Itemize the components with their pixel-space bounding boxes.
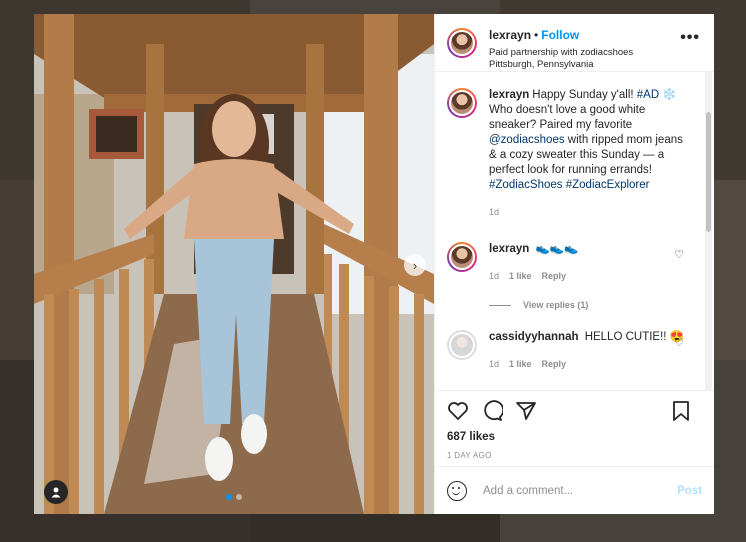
avatar[interactable] bbox=[447, 242, 477, 272]
partnership-label[interactable]: Paid partnership with zodiacshoes bbox=[489, 47, 633, 59]
hashtag-link[interactable]: #ZodiacShoes bbox=[489, 179, 563, 191]
tagged-users-icon[interactable] bbox=[44, 480, 68, 504]
reply-button[interactable]: Reply bbox=[542, 271, 567, 281]
post-photo[interactable]: › bbox=[34, 14, 434, 514]
caption-text: Happy Sunday y'all! bbox=[532, 89, 637, 101]
photo-scene bbox=[34, 14, 434, 514]
comment-likes[interactable]: 1 like bbox=[509, 359, 532, 369]
comment-like-icon[interactable]: ♡ bbox=[674, 248, 684, 261]
mention-link[interactable]: @zodiacshoes bbox=[489, 134, 565, 146]
add-comment-bar: Post bbox=[435, 466, 714, 514]
avatar[interactable] bbox=[447, 28, 477, 58]
snowflake-emoji: ❄️ bbox=[662, 89, 677, 101]
bookmark-icon[interactable] bbox=[672, 401, 690, 421]
caption-time[interactable]: 1d bbox=[489, 207, 499, 217]
comment-text: HELLO CUTIE!! 😍 bbox=[584, 331, 684, 343]
comments-scrollbar[interactable] bbox=[705, 72, 712, 390]
comment-username[interactable]: cassidyyhannah bbox=[489, 331, 578, 343]
comment-time[interactable]: 1d bbox=[489, 359, 499, 369]
share-paper-plane-icon[interactable] bbox=[515, 401, 537, 421]
more-options-button[interactable]: ••• bbox=[680, 30, 700, 46]
caption-text: Who doesn't love a good white sneaker? P… bbox=[489, 104, 646, 131]
post-header: lexrayn • Follow Paid partnership with zod… bbox=[435, 14, 714, 72]
post-modal: › lexrayn • Follow Paid partnership with z… bbox=[34, 14, 714, 514]
comment-likes[interactable]: 1 like bbox=[509, 271, 532, 281]
next-photo-button[interactable]: › bbox=[404, 254, 426, 276]
comment-item: lexrayn 👟👟👟 1d 1 like Reply ♡ bbox=[447, 220, 702, 284]
comment-text: 👟👟👟 bbox=[535, 243, 579, 255]
hashtag-link[interactable]: #ZodiacExplorer bbox=[566, 179, 650, 191]
caption-username[interactable]: lexrayn bbox=[489, 89, 529, 101]
view-replies-button[interactable]: View replies (1) bbox=[489, 300, 702, 310]
comment-time[interactable]: 1d bbox=[489, 271, 499, 281]
comment-input[interactable] bbox=[481, 483, 678, 498]
like-heart-icon[interactable] bbox=[447, 401, 469, 421]
post-actions: 687 likes 1 DAY AGO bbox=[435, 390, 714, 466]
avatar[interactable] bbox=[447, 88, 477, 118]
post-author-username[interactable]: lexrayn bbox=[489, 28, 531, 42]
carousel-dot-2 bbox=[236, 494, 242, 500]
comment-like-icon[interactable]: ♡ bbox=[674, 336, 684, 349]
post-details-panel: lexrayn • Follow Paid partnership with zod… bbox=[434, 14, 714, 514]
emoji-picker-icon[interactable] bbox=[447, 480, 467, 501]
comment-item: cassidyyhannah HELLO CUTIE!! 😍 1d 1 like R… bbox=[447, 310, 702, 372]
likes-count[interactable]: 687 likes bbox=[447, 431, 702, 443]
avatar[interactable] bbox=[447, 330, 477, 360]
comments-list[interactable]: lexrayn Happy Sunday y'all! #AD ❄️ Who do… bbox=[435, 72, 714, 390]
header-separator: • bbox=[534, 28, 539, 42]
post-comment-button[interactable]: Post bbox=[677, 485, 702, 497]
follow-button[interactable]: Follow bbox=[541, 28, 579, 42]
comment-username[interactable]: lexrayn bbox=[489, 243, 529, 255]
reply-button[interactable]: Reply bbox=[542, 359, 567, 369]
carousel-dots bbox=[226, 494, 242, 500]
carousel-dot-1 bbox=[226, 494, 232, 500]
caption: lexrayn Happy Sunday y'all! #AD ❄️ Who do… bbox=[447, 72, 702, 220]
comment-bubble-icon[interactable] bbox=[481, 400, 503, 422]
location-link[interactable]: Pittsburgh, Pennsylvania bbox=[489, 59, 633, 71]
post-date[interactable]: 1 DAY AGO bbox=[447, 451, 702, 460]
hashtag-ad[interactable]: #AD bbox=[637, 89, 659, 101]
